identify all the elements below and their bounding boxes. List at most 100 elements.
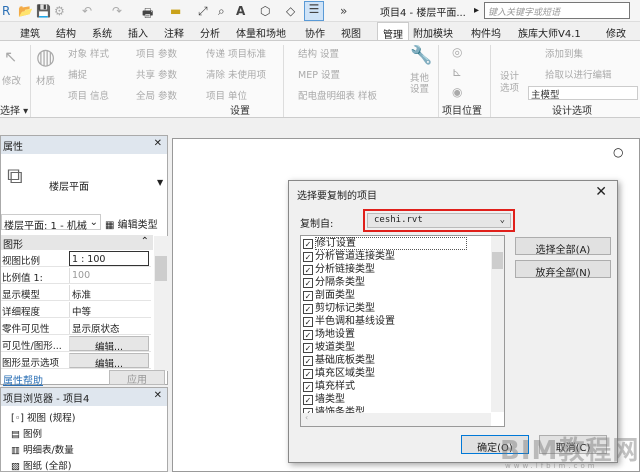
horizontal-scrollbar[interactable]: ‹ bbox=[301, 413, 491, 426]
tab-6[interactable]: 体量和场地 bbox=[236, 25, 286, 40]
list-item[interactable]: ✓ 剖面类型 bbox=[303, 290, 355, 303]
tab-7[interactable]: 协作 bbox=[305, 25, 325, 40]
object-styles-button[interactable]: 对象 样式 bbox=[68, 46, 109, 60]
panel-label-select[interactable]: 选择 ▾ bbox=[0, 102, 28, 117]
tag-icon[interactable]: ⌕ bbox=[218, 4, 225, 19]
checkbox-checked-icon[interactable]: ✓ bbox=[303, 278, 313, 288]
select-all-button[interactable]: 选择全部(A) bbox=[515, 237, 611, 256]
checkbox-checked-icon[interactable]: ✓ bbox=[303, 395, 313, 405]
checkbox-checked-icon[interactable]: ✓ bbox=[303, 252, 313, 262]
deselect-all-button[interactable]: 放弃全部(N) bbox=[515, 260, 611, 279]
pick-to-edit-button[interactable]: 拾取以进行编辑 bbox=[545, 67, 612, 81]
scrollbar[interactable] bbox=[154, 236, 168, 371]
checkbox-checked-icon[interactable]: ✓ bbox=[303, 317, 313, 327]
structural-settings-button[interactable]: 结构 设置 bbox=[298, 46, 339, 60]
copy-from-select[interactable]: ceshi.rvt ⌄ bbox=[367, 213, 511, 228]
list-item[interactable]: ✓ 分析链接类型 bbox=[303, 264, 375, 277]
list-item[interactable]: ✓ 分隔条类型 bbox=[303, 277, 365, 290]
list-scrollbar[interactable] bbox=[491, 236, 504, 412]
checkbox-checked-icon[interactable]: ✓ bbox=[303, 304, 313, 314]
project-parameters-button[interactable]: 项目 参数 bbox=[136, 46, 177, 60]
list-item[interactable]: ✓ 修订设置 bbox=[303, 237, 467, 251]
tab-2[interactable]: 系统 bbox=[92, 25, 112, 40]
3d-view-icon[interactable]: ⬡ bbox=[260, 4, 270, 18]
close-icon[interactable]: ✕ bbox=[154, 390, 162, 401]
tab-11[interactable]: 构件坞 bbox=[471, 25, 501, 40]
group-graphics[interactable]: 图形 ⌃ bbox=[1, 235, 153, 251]
tab-13[interactable]: 修改 bbox=[606, 25, 626, 40]
text-icon[interactable]: A bbox=[236, 4, 245, 18]
checkbox-checked-icon[interactable]: ✓ bbox=[303, 291, 313, 301]
shared-parameters-button[interactable]: 共享 参数 bbox=[136, 67, 177, 81]
property-value[interactable]: 编辑... bbox=[69, 336, 149, 353]
tab-4[interactable]: 注释 bbox=[164, 25, 184, 40]
view-selector[interactable]: 楼层平面: 1 - 机械 ⌄ bbox=[1, 214, 101, 232]
tree-item-legends[interactable]: ▤ 图例 bbox=[11, 426, 42, 440]
list-item[interactable]: ✓ 填充样式 bbox=[303, 381, 355, 394]
material-button[interactable]: 材质 bbox=[36, 73, 55, 87]
position-icon[interactable]: ◉ bbox=[452, 85, 462, 99]
panel-schedule-templates-button[interactable]: 配电盘明细表 样板 bbox=[298, 88, 377, 102]
open-icon[interactable]: 📂 bbox=[18, 4, 33, 18]
redo-icon[interactable]: ↷ bbox=[112, 4, 122, 18]
transfer-standards-button[interactable]: 传递 项目标准 bbox=[206, 46, 266, 60]
mep-settings-button[interactable]: MEP 设置 bbox=[298, 67, 340, 81]
tab-8[interactable]: 视图 bbox=[341, 25, 361, 40]
checkbox-checked-icon[interactable]: ✓ bbox=[303, 382, 313, 392]
elevation-marker-icon[interactable]: ○ bbox=[613, 145, 623, 159]
undo-icon[interactable]: ↶ bbox=[82, 4, 92, 18]
tree-item-views[interactable]: [◦] 视图 (规程) bbox=[11, 410, 75, 424]
tab-5[interactable]: 分析 bbox=[200, 25, 220, 40]
checkbox-checked-icon[interactable]: ✓ bbox=[303, 330, 313, 340]
sync-icon[interactable]: ⚙ bbox=[54, 4, 65, 18]
list-item[interactable]: ✓ 场地设置 bbox=[303, 329, 355, 342]
close-icon[interactable]: ✕ bbox=[154, 138, 162, 149]
checkbox-checked-icon[interactable]: ✓ bbox=[303, 239, 313, 249]
global-parameters-button[interactable]: 全局 参数 bbox=[136, 88, 177, 102]
tab-3[interactable]: 插入 bbox=[128, 25, 148, 40]
items-list[interactable]: ✓ 修订设置 ✓ 分析管道连接类型 ✓ 分析链接类型 ✓ 分隔条类型 ✓ 剖面类型 ✓ 剪切标记类型 ✓… bbox=[300, 235, 505, 427]
measure-icon[interactable]: ▬ bbox=[170, 4, 181, 18]
thin-lines-icon[interactable]: ☰ bbox=[304, 1, 324, 21]
property-value[interactable]: 1 : 100 bbox=[69, 251, 149, 266]
design-option-select[interactable]: 主模型 bbox=[528, 86, 638, 101]
list-item[interactable]: ✓ 填充区域类型 bbox=[303, 368, 375, 381]
coordinates-icon[interactable]: ⊾ bbox=[452, 65, 462, 79]
list-item[interactable]: ✓ 半色调和基线设置 bbox=[303, 316, 395, 329]
design-options-button[interactable]: 设计 选项 bbox=[500, 71, 524, 95]
list-item[interactable]: ✓ 分析管道连接类型 bbox=[303, 251, 395, 264]
property-value[interactable]: 中等 bbox=[69, 302, 149, 318]
close-icon[interactable]: ✕ bbox=[595, 184, 607, 200]
list-item[interactable]: ✓ 基础底板类型 bbox=[303, 355, 375, 368]
tab-1[interactable]: 结构 bbox=[56, 25, 76, 40]
apply-button[interactable]: 应用 bbox=[109, 370, 165, 386]
add-to-set-button[interactable]: 添加到集 bbox=[545, 46, 583, 60]
properties-help-link[interactable]: 属性帮助 bbox=[3, 372, 43, 387]
checkbox-checked-icon[interactable]: ✓ bbox=[303, 265, 313, 275]
checkbox-checked-icon[interactable]: ✓ bbox=[303, 343, 313, 353]
list-item[interactable]: ✓ 坡道类型 bbox=[303, 342, 355, 355]
type-selector[interactable]: 楼层平面 bbox=[49, 178, 89, 193]
chevron-down-icon[interactable]: ▼ bbox=[157, 178, 163, 187]
property-value[interactable]: 标准 bbox=[69, 285, 149, 301]
checkbox-checked-icon[interactable]: ✓ bbox=[303, 369, 313, 379]
tab-10[interactable]: 附加模块 bbox=[413, 25, 453, 40]
tab-9[interactable]: 管理 bbox=[377, 22, 409, 41]
search-input[interactable]: 键入关键字或短语 bbox=[484, 2, 630, 19]
tree-item-sheets[interactable]: ▧ 图纸 (全部) bbox=[11, 458, 71, 472]
tab-0[interactable]: 建筑 bbox=[20, 25, 40, 40]
property-value[interactable]: 100 bbox=[69, 268, 149, 283]
edit-type-button[interactable]: ▦ 编辑类型 bbox=[105, 216, 158, 231]
list-item[interactable]: ✓ 剪切标记类型 bbox=[303, 303, 375, 316]
list-item[interactable]: ✓ 墙类型 bbox=[303, 394, 345, 407]
tree-item-schedules[interactable]: ▥ 明细表/数量 bbox=[11, 442, 74, 456]
location-icon[interactable]: ◎ bbox=[452, 45, 462, 59]
project-info-button[interactable]: 项目 信息 bbox=[68, 88, 109, 102]
other-settings-button[interactable]: 其他 设置 bbox=[410, 73, 434, 95]
app-logo-icon[interactable]: R bbox=[2, 4, 10, 18]
overflow-icon[interactable]: » bbox=[340, 4, 347, 18]
property-value[interactable]: 显示原状态 bbox=[69, 319, 149, 335]
purge-unused-button[interactable]: 清除 未使用项 bbox=[206, 67, 266, 81]
project-units-button[interactable]: 项目 单位 bbox=[206, 88, 247, 102]
property-value[interactable]: 编辑... bbox=[69, 353, 149, 370]
